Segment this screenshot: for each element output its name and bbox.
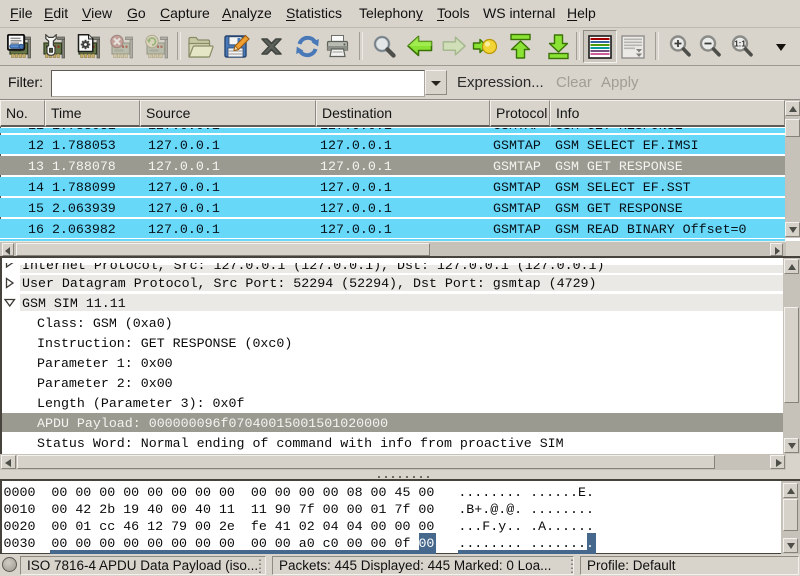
svg-text:1:1: 1:1 — [734, 40, 746, 49]
